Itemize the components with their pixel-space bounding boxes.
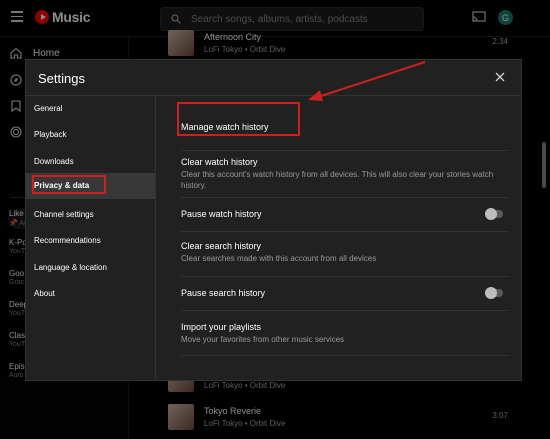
close-icon[interactable] (493, 70, 507, 84)
menu-item-privacy-data[interactable]: Privacy & data (26, 173, 155, 199)
menu-item-label: Downloads (34, 157, 74, 166)
settings-menu: General Playback Downloads Privacy & dat… (26, 96, 156, 380)
annotation-highlight-box (177, 102, 300, 136)
option-description: Clear this account's watch history from … (181, 170, 494, 190)
option-title: Clear search history (181, 241, 262, 251)
scrollbar[interactable] (542, 142, 546, 188)
option-title: Pause search history (181, 288, 266, 298)
menu-item-general[interactable]: General (26, 96, 155, 122)
option-description: Clear searches made with this account fr… (181, 254, 377, 263)
option-pause-watch-history[interactable]: Pause watch history (181, 197, 508, 232)
menu-item-label: Playback (34, 130, 67, 139)
menu-item-label: Language & location (34, 263, 107, 272)
pause-watch-history-toggle[interactable] (485, 208, 503, 220)
menu-item-label: Recommendations (34, 236, 101, 245)
menu-item-playback[interactable]: Playback (26, 122, 155, 148)
option-description: Move your favorites from other music ser… (181, 335, 345, 344)
menu-item-recommendations[interactable]: Recommendations (26, 228, 155, 254)
option-clear-search-history[interactable]: Clear search history Clear searches made… (181, 231, 508, 277)
option-title: Clear watch history (181, 157, 258, 167)
option-pause-search-history[interactable]: Pause search history (181, 276, 508, 311)
menu-item-label: About (34, 289, 55, 298)
option-title: Import your playlists (181, 322, 262, 332)
option-import-playlists[interactable]: Import your playlists Move your favorite… (181, 310, 508, 356)
menu-item-downloads[interactable]: Downloads (26, 149, 155, 175)
option-clear-watch-history[interactable]: Clear watch history Clear this account's… (181, 150, 508, 198)
menu-item-about[interactable]: About (26, 281, 155, 307)
menu-item-label: General (34, 104, 63, 113)
dialog-title: Settings (38, 71, 85, 86)
annotation-highlight-box (32, 175, 106, 194)
menu-item-language-location[interactable]: Language & location (26, 255, 155, 281)
menu-item-channel-settings[interactable]: Channel settings (26, 202, 155, 228)
option-title: Pause watch history (181, 209, 262, 219)
pause-search-history-toggle[interactable] (485, 287, 503, 299)
menu-item-label: Channel settings (34, 210, 94, 219)
